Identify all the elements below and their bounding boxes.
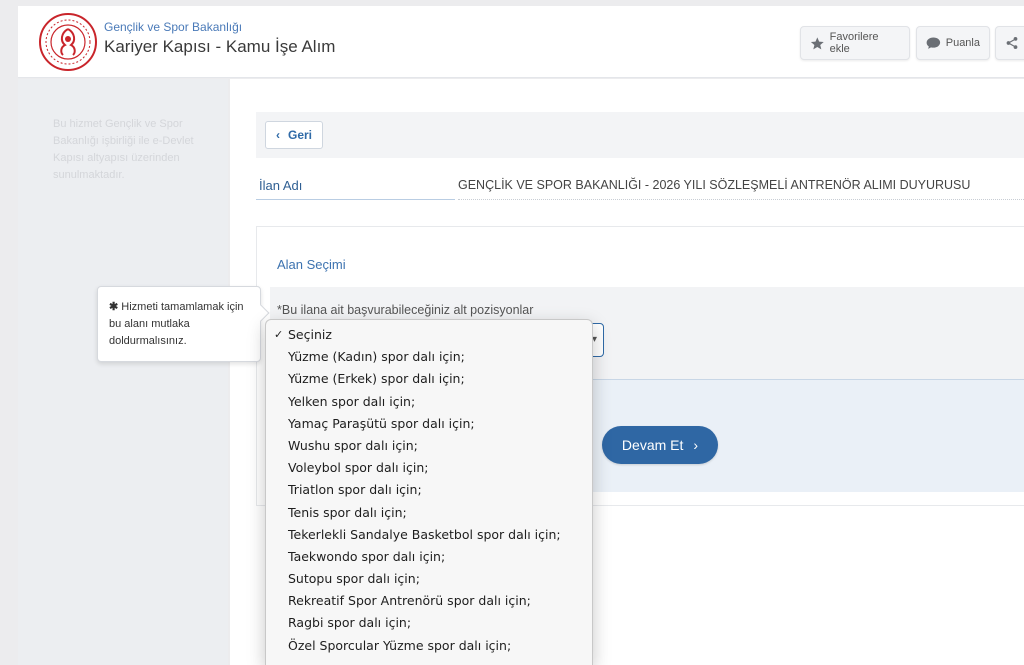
dropdown-option-label: Yüzme (Kadın) spor dalı için;	[288, 349, 465, 365]
continue-button[interactable]: Devam Et ›	[602, 426, 718, 464]
share-button[interactable]	[995, 26, 1024, 60]
dropdown-option[interactable]: Yamaç Paraşütü spor dalı için;	[266, 413, 592, 435]
required-field-tooltip: ✱ Hizmeti tamamlamak için bu alanı mutla…	[97, 286, 270, 362]
dropdown-option[interactable]: Rekreatif Spor Antrenörü spor dalı için;	[266, 590, 592, 612]
dropdown-option-label: Yamaç Paraşütü spor dalı için;	[288, 415, 475, 431]
section-title: Alan Seçimi	[277, 257, 346, 272]
dropdown-option-label: Taekwondo spor dalı için;	[288, 548, 446, 564]
listing-value: GENÇLİK VE SPOR BAKANLIĞI - 2026 YILI SÖ…	[458, 178, 971, 192]
listing-row: İlan Adı GENÇLİK VE SPOR BAKANLIĞI - 202…	[256, 172, 1024, 202]
star-icon	[810, 36, 824, 49]
speech-bubble-icon	[926, 37, 941, 49]
dropdown-option[interactable]: Triatlon spor dalı için;	[266, 479, 592, 501]
listing-value-underline	[458, 199, 1024, 200]
dropdown-option[interactable]: Yüzme (Kadın) spor dalı için;	[266, 346, 592, 368]
continue-button-label: Devam Et	[621, 437, 684, 453]
rate-button[interactable]: Puanla	[916, 26, 990, 60]
dropdown-option-label: Yüzme (Erkek) spor dalı için;	[288, 371, 465, 387]
field-label: *Bu ilana ait başvurabileceğiniz alt poz…	[277, 303, 533, 317]
dropdown-option-label: Tekerlekli Sandalye Basketbol spor dalı …	[288, 526, 561, 542]
dropdown-option[interactable]: Voleybol spor dalı için;	[266, 457, 592, 479]
dropdown-option[interactable]: ✓ Seçiniz	[266, 324, 592, 346]
dropdown-option[interactable]: Yüzme (Erkek) spor dalı için;	[266, 368, 592, 390]
field-label-text: Bu ilana ait başvurabileceğiniz alt pozi…	[281, 303, 534, 317]
dropdown-option-label: Wushu spor dalı için;	[288, 437, 418, 453]
ministry-name[interactable]: Gençlik ve Spor Bakanlığı	[104, 20, 335, 34]
share-icon	[1006, 37, 1018, 49]
rate-label: Puanla	[945, 37, 980, 49]
add-favorites-label: Favorilere ekle	[829, 31, 879, 55]
listing-label-underline	[256, 199, 455, 200]
dropdown-option-label: Yelken spor dalı için;	[288, 393, 416, 409]
dropdown-option[interactable]: Yelken spor dalı için;	[266, 391, 592, 413]
sidebar: Bu hizmet Gençlik ve Spor Bakanlığı işbi…	[18, 79, 228, 665]
add-favorites-button[interactable]: Favorilere ekle	[800, 26, 910, 60]
dropdown-option[interactable]: Wushu spor dalı için;	[266, 435, 592, 457]
dropdown-option-label: Tenis spor dalı için;	[288, 504, 407, 520]
back-button[interactable]: ‹ Geri	[265, 121, 323, 149]
dropdown-option-label: Sutopu spor dalı için;	[288, 571, 420, 587]
back-bar: ‹ Geri	[256, 112, 1024, 158]
chevron-right-icon: ›	[693, 437, 699, 453]
dropdown-option[interactable]: Özel Sporcular Yüzme spor dalı için;	[266, 635, 592, 657]
dropdown-option-label: Triatlon spor dalı için;	[288, 482, 422, 498]
tooltip-asterisk: ✱	[109, 301, 119, 313]
sidebar-note: Bu hizmet Gençlik ve Spor Bakanlığı işbi…	[53, 118, 194, 181]
page-header: Gençlik ve Spor Bakanlığı Kariyer Kapısı…	[18, 6, 1024, 78]
dropdown-option[interactable]: Tenis spor dalı için;	[266, 502, 592, 524]
dropdown-option-label: Voleybol spor dalı için;	[288, 460, 429, 476]
service-title: Kariyer Kapısı - Kamu İşe Alım	[104, 37, 336, 56]
ministry-logo[interactable]	[39, 13, 97, 71]
dropdown-option-label: Rekreatif Spor Antrenörü spor dalı için;	[288, 593, 531, 609]
position-dropdown-list[interactable]: ✓ Seçiniz Yüzme (Kadın) spor dalı için; Y…	[265, 319, 593, 665]
dropdown-option[interactable]: Ragbi spor dalı için;	[266, 612, 592, 634]
dropdown-option[interactable]: Sutopu spor dalı için;	[266, 568, 592, 590]
tooltip-text: Hizmeti tamamlamak için bu alanı mutlaka…	[109, 301, 244, 347]
dropdown-option[interactable]: Taekwondo spor dalı için;	[266, 546, 592, 568]
ministry-emblem-icon	[45, 19, 91, 65]
dropdown-option[interactable]: Tekerlekli Sandalye Basketbol spor dalı …	[266, 524, 592, 546]
checkmark-icon: ✓	[274, 328, 284, 341]
dropdown-option-label: Özel Sporcular Yüzme spor dalı için;	[288, 637, 512, 653]
dropdown-option-label: Seçiniz	[288, 327, 332, 342]
listing-label: İlan Adı	[259, 178, 303, 193]
chevron-left-icon: ‹	[275, 128, 280, 142]
dropdown-option-label: Ragbi spor dalı için;	[288, 615, 412, 631]
back-button-label: Geri	[287, 128, 312, 142]
